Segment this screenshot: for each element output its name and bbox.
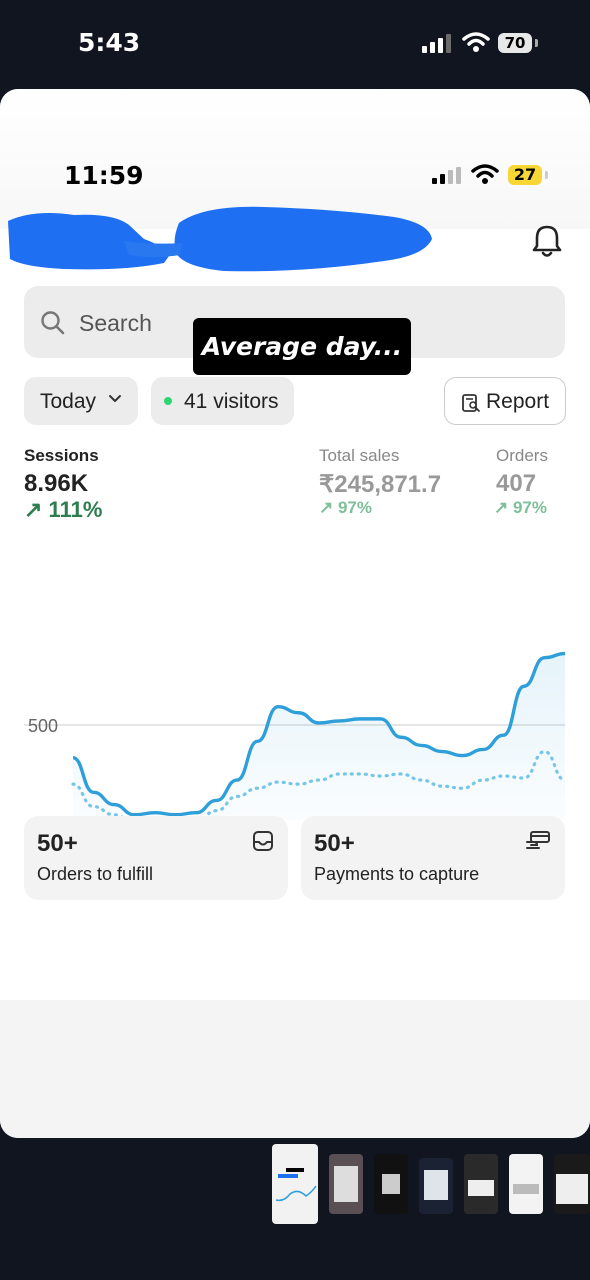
redaction-scribble xyxy=(8,206,432,272)
notification-bell-icon[interactable] xyxy=(531,224,563,258)
wifi-icon xyxy=(462,32,490,52)
orders-to-fulfill-tile[interactable]: 50+ Orders to fulfill xyxy=(24,816,288,900)
orders-label[interactable]: Orders xyxy=(496,446,548,466)
report-label: Report xyxy=(486,390,550,413)
total-sales-label[interactable]: Total sales xyxy=(319,446,399,466)
inner-status-time: 11:59 xyxy=(64,161,144,190)
recent-screenshots-strip[interactable] xyxy=(272,1144,590,1226)
date-filter-button[interactable]: Today xyxy=(24,377,138,425)
orders-change-value: 97% xyxy=(512,498,547,517)
visitors-label: 41 visitors xyxy=(184,390,279,413)
battery-indicator: 70 xyxy=(498,33,532,53)
report-button[interactable]: Report xyxy=(444,377,566,425)
orders-to-fulfill-count: 50+ xyxy=(37,830,78,857)
orders-to-fulfill-label: Orders to fulfill xyxy=(37,864,154,884)
orders-change: ↗ 97% xyxy=(494,498,547,517)
search-icon xyxy=(41,311,65,335)
y-tick-label: 500 xyxy=(28,716,58,736)
inner-battery-indicator: 27 xyxy=(508,165,542,185)
payments-to-capture-count: 50+ xyxy=(314,830,355,857)
sessions-change-value: 111% xyxy=(48,497,103,522)
cellular-signal-icon xyxy=(422,34,451,53)
total-sales-value: ₹245,871.7 xyxy=(319,471,442,498)
sessions-label[interactable]: Sessions xyxy=(24,446,99,466)
inner-cellular-signal-icon xyxy=(432,167,461,184)
battery-tip xyxy=(535,39,538,47)
story-caption-overlay: Average day... xyxy=(193,318,411,375)
report-icon xyxy=(462,394,480,412)
hand-card-icon xyxy=(526,831,550,849)
sessions-line-chart[interactable]: 500012:00 AM10:00 AM8:00 PM xyxy=(0,550,590,820)
sessions-change: ↗ 111% xyxy=(24,497,103,522)
outer-status-time: 5:43 xyxy=(78,28,141,57)
inner-battery-tip xyxy=(545,171,548,179)
total-sales-change-value: 97% xyxy=(337,498,372,517)
thumbnail-current xyxy=(272,1144,318,1224)
sessions-value: 8.96K xyxy=(24,470,89,497)
live-status-dot xyxy=(164,397,172,405)
date-filter-label: Today xyxy=(40,390,97,413)
current-series-area xyxy=(73,653,565,820)
chevron-down-icon xyxy=(109,395,121,402)
payments-to-capture-tile[interactable]: 50+ Payments to capture xyxy=(301,816,565,900)
payments-to-capture-label: Payments to capture xyxy=(314,864,480,884)
inbox-icon xyxy=(253,831,273,851)
card-bottom-area xyxy=(0,1000,590,1138)
orders-value: 407 xyxy=(496,470,537,497)
search-input-placeholder[interactable]: Search xyxy=(79,310,152,337)
inner-wifi-icon xyxy=(471,164,499,184)
total-sales-change: ↗ 97% xyxy=(319,498,372,517)
live-visitors-pill[interactable]: 41 visitors xyxy=(151,377,294,425)
